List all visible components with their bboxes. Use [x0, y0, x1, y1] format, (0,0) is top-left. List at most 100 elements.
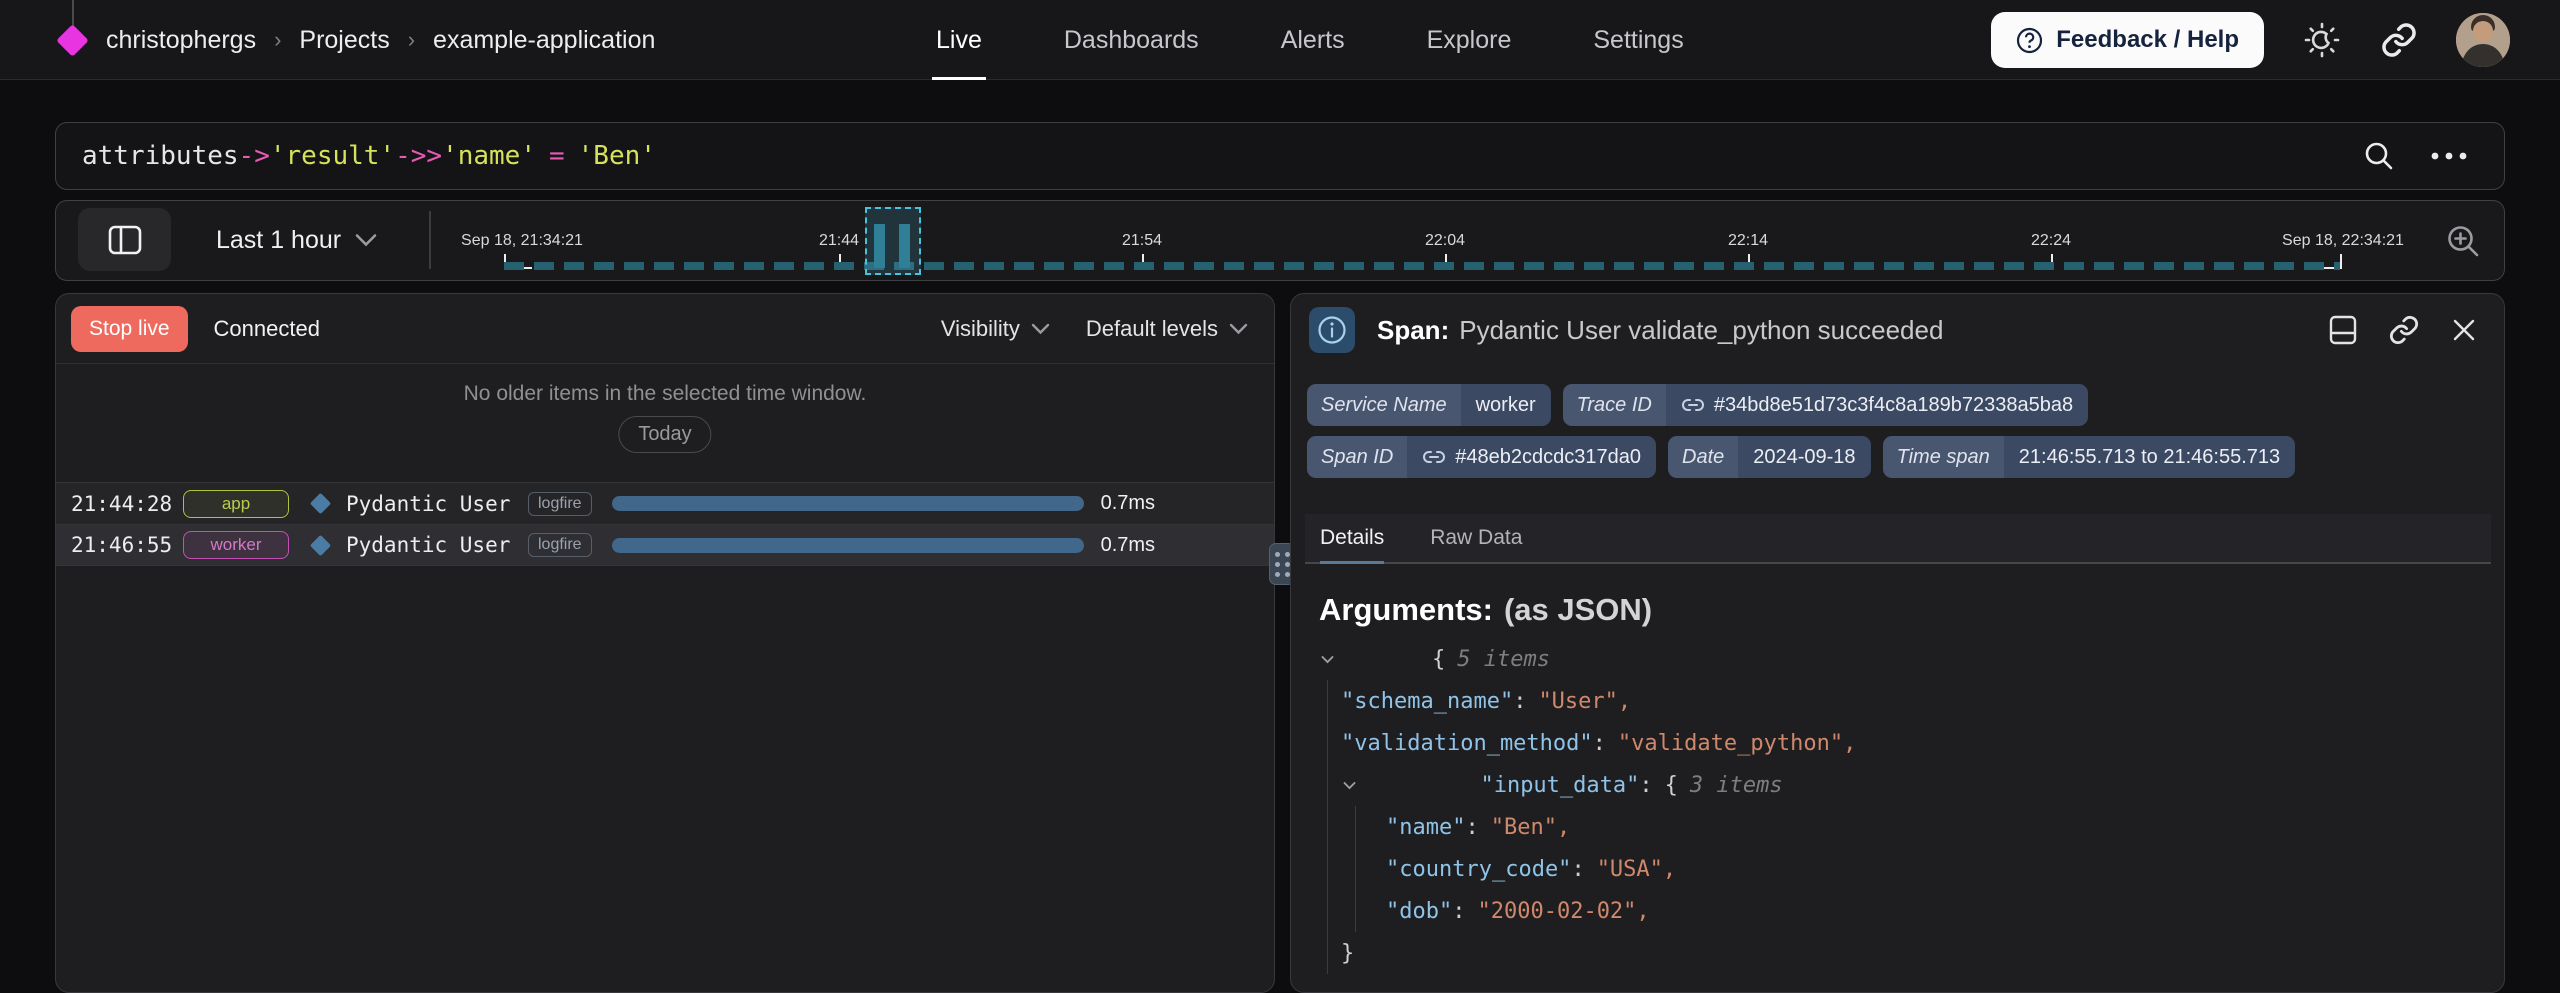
query-arrow-operator: -> [239, 141, 270, 171]
span-name: Pydantic User [346, 533, 528, 557]
json-level-2: "name":"Ben", "country_code":"USA", "dob… [1355, 806, 1856, 932]
json-tree: { 5 items "schema_name":"User", "validat… [1319, 638, 1856, 974]
tab-raw-data[interactable]: Raw Data [1430, 514, 1522, 562]
feedback-help-label: Feedback / Help [2056, 26, 2239, 54]
timeline-selection-window[interactable] [865, 207, 921, 275]
duration-bar [612, 538, 1084, 553]
chevron-down-icon [1031, 323, 1050, 335]
json-close-brace: } [1341, 932, 1856, 974]
span-title: Span: Pydantic User validate_python succe… [1377, 315, 1943, 346]
top-nav: christophergs › Projects › example-appli… [0, 0, 2560, 80]
span-detail-header: Span: Pydantic User validate_python succe… [1291, 294, 2504, 366]
span-kind-label: Span: [1377, 315, 1449, 345]
time-range-selector[interactable]: Last 1 hour [216, 201, 377, 279]
live-view-panel: Stop live Connected Visibility Default l… [55, 293, 1275, 993]
timeline-start-label: Sep 18, 21:34:21 [461, 232, 583, 250]
duration-label: 0.7ms [1101, 534, 1155, 557]
theme-toggle-icon[interactable] [2302, 20, 2342, 60]
service-badge: worker [183, 531, 289, 559]
scope-badge: logfire [528, 533, 592, 557]
trace-row[interactable]: 21:44:28 app Pydantic User logfire 0.7ms [56, 482, 1274, 524]
breadcrumb-projects[interactable]: Projects [299, 26, 389, 55]
share-link-icon[interactable] [2380, 21, 2418, 59]
scope-badge: logfire [528, 492, 592, 516]
split-view-icon[interactable] [2328, 314, 2358, 346]
time-span-badge: Time span 21:46:55.713 to 21:46:55.713 [1883, 436, 2296, 478]
user-avatar[interactable] [2456, 13, 2510, 67]
search-icon[interactable] [2362, 139, 2396, 173]
breadcrumb-project-name[interactable]: example-application [433, 26, 655, 55]
feedback-help-button[interactable]: Feedback / Help [1991, 12, 2264, 68]
close-icon[interactable] [2450, 316, 2478, 344]
row-timestamp: 21:44:28 [71, 492, 183, 516]
activity-bar [899, 224, 910, 268]
trace-id-badge: Trace ID #34bd8e51d73c3f4c8a189b72338a5b… [1563, 384, 2088, 426]
timeline-end-label: Sep 18, 22:34:21 [2282, 232, 2404, 250]
span-diamond-icon [310, 534, 331, 555]
tab-dashboards[interactable]: Dashboards [1064, 0, 1199, 80]
default-levels-dropdown[interactable]: Default levels [1086, 316, 1248, 342]
timeline-tick-label: 21:54 [1122, 232, 1162, 250]
span-title-text: Pydantic User validate_python succeeded [1459, 315, 1943, 345]
query-field: attributes [82, 141, 239, 171]
query-expression: attributes->'result'->>'name'='Ben' [82, 123, 656, 189]
visibility-dropdown[interactable]: Visibility [941, 316, 1050, 342]
query-equals-operator: = [549, 141, 565, 171]
breadcrumb-account[interactable]: christophergs [106, 26, 256, 55]
empty-window-message: No older items in the selected time wind… [56, 382, 1274, 406]
today-button[interactable]: Today [618, 416, 711, 453]
timeline-tick-label: 22:14 [1728, 232, 1768, 250]
query-input[interactable]: attributes->'result'->>'name'='Ben' [55, 122, 2505, 190]
divider [429, 211, 431, 269]
query-arrow2-operator: ->> [395, 141, 442, 171]
chevron-right-icon: › [274, 27, 281, 53]
tab-explore[interactable]: Explore [1427, 0, 1512, 80]
trace-list: 21:44:28 app Pydantic User logfire 0.7ms… [56, 482, 1274, 566]
sidebar-panel-icon [108, 225, 142, 255]
trace-row-selected[interactable]: 21:46:55 worker Pydantic User logfire 0.… [56, 524, 1274, 566]
tab-alerts[interactable]: Alerts [1281, 0, 1345, 80]
stop-live-button[interactable]: Stop live [71, 306, 188, 352]
item-count: 3 items [1690, 773, 1783, 798]
row-timestamp: 21:46:55 [71, 533, 183, 557]
info-icon [1309, 307, 1355, 353]
tab-settings[interactable]: Settings [1593, 0, 1683, 80]
trace-link-icon[interactable] [1681, 393, 1705, 417]
service-badge: app [183, 490, 289, 518]
timeline-tick-label: 22:04 [1425, 232, 1465, 250]
span-attribute-badges: Service Name worker Trace ID #34bd8e51d7… [1307, 384, 2295, 478]
item-count: 5 items [1457, 647, 1550, 672]
more-options-icon[interactable] [2430, 151, 2468, 161]
breadcrumb: christophergs › Projects › example-appli… [58, 0, 655, 80]
json-entry: "dob":"2000-02-02", [1386, 890, 1856, 932]
copy-link-icon[interactable] [2388, 314, 2420, 346]
activity-histogram[interactable] [504, 262, 2340, 270]
span-detail-panel: Span: Pydantic User validate_python succe… [1290, 293, 2505, 993]
chevron-down-icon [355, 233, 377, 247]
span-diamond-icon [310, 493, 331, 514]
connection-status: Connected [214, 316, 320, 342]
detail-tabs: Details Raw Data [1305, 514, 2491, 564]
json-level-1: "schema_name":"User", "validation_method… [1327, 680, 1856, 974]
chevron-right-icon: › [408, 27, 415, 53]
query-string-ben: 'Ben' [578, 141, 656, 171]
chevron-down-icon [1229, 323, 1248, 335]
json-entry-object: "input_data":{3 items [1341, 764, 1856, 806]
tab-live[interactable]: Live [936, 0, 982, 80]
span-link-icon[interactable] [1422, 445, 1446, 469]
span-id-badge: Span ID #48eb2cdcdc317da0 [1307, 436, 1656, 478]
activity-bar [874, 224, 885, 268]
zoom-in-icon[interactable] [2444, 222, 2482, 260]
logfire-logo-icon[interactable] [58, 0, 88, 80]
nav-tabs: Live Dashboards Alerts Explore Settings [936, 0, 1684, 80]
timeline-tick-label: 21:44 [819, 232, 859, 250]
duration-bar [612, 496, 1084, 511]
timeline-tick-label: 22:24 [2031, 232, 2071, 250]
duration-label: 0.7ms [1101, 492, 1155, 515]
query-string-result: 'result' [270, 141, 395, 171]
tab-details[interactable]: Details [1320, 514, 1384, 562]
time-range-label: Last 1 hour [216, 226, 341, 255]
timeline-bar: Last 1 hour Sep 18, 21:34:21 21:44 21:54… [55, 200, 2505, 281]
sidebar-toggle-button[interactable] [78, 208, 171, 271]
span-name: Pydantic User [346, 492, 528, 516]
